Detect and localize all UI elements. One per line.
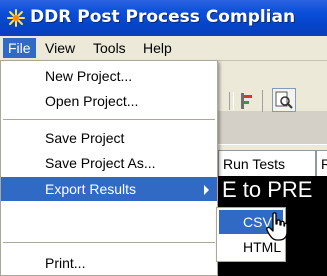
menu-separator: [3, 242, 215, 243]
menu-item-export-results-label: Export Results: [45, 181, 137, 197]
menu-help[interactable]: Help: [138, 38, 177, 58]
menu-item-print[interactable]: Print...: [1, 251, 217, 275]
menu-tools[interactable]: Tools: [88, 38, 131, 58]
app-star-icon: [7, 9, 25, 27]
menu-item-save-project-as[interactable]: Save Project As...: [1, 151, 217, 175]
menu-bar: File View Tools Help: [0, 36, 327, 61]
toolbar-button-preview[interactable]: [272, 88, 296, 112]
menu-item-save-project[interactable]: Save Project: [1, 126, 217, 150]
file-menu-dropdown: New Project... Open Project... Save Proj…: [0, 60, 218, 276]
menu-file[interactable]: File: [3, 38, 36, 58]
tab-r[interactable]: R: [316, 150, 327, 176]
menu-item-export-results[interactable]: Export Results: [1, 177, 217, 201]
tab-run-tests[interactable]: Run Tests: [218, 150, 316, 176]
submenu-arrow-icon: [204, 185, 209, 195]
menu-separator: [3, 119, 215, 120]
title-bar: DDR Post Process Complian: [0, 0, 327, 37]
menu-view[interactable]: View: [40, 38, 80, 58]
hand-cursor-icon: [266, 212, 288, 241]
toolbar-separator: [262, 90, 263, 112]
menu-item-open-project[interactable]: Open Project...: [1, 89, 217, 113]
magnifier-page-icon: [275, 91, 293, 109]
chart-bars-icon[interactable]: [240, 92, 254, 110]
menu-item-new-project[interactable]: New Project...: [1, 64, 217, 88]
window-title: DDR Post Process Complian: [30, 7, 296, 27]
toolbar-grip[interactable]: [229, 92, 234, 110]
banner-text: E to PRE: [222, 177, 313, 202]
